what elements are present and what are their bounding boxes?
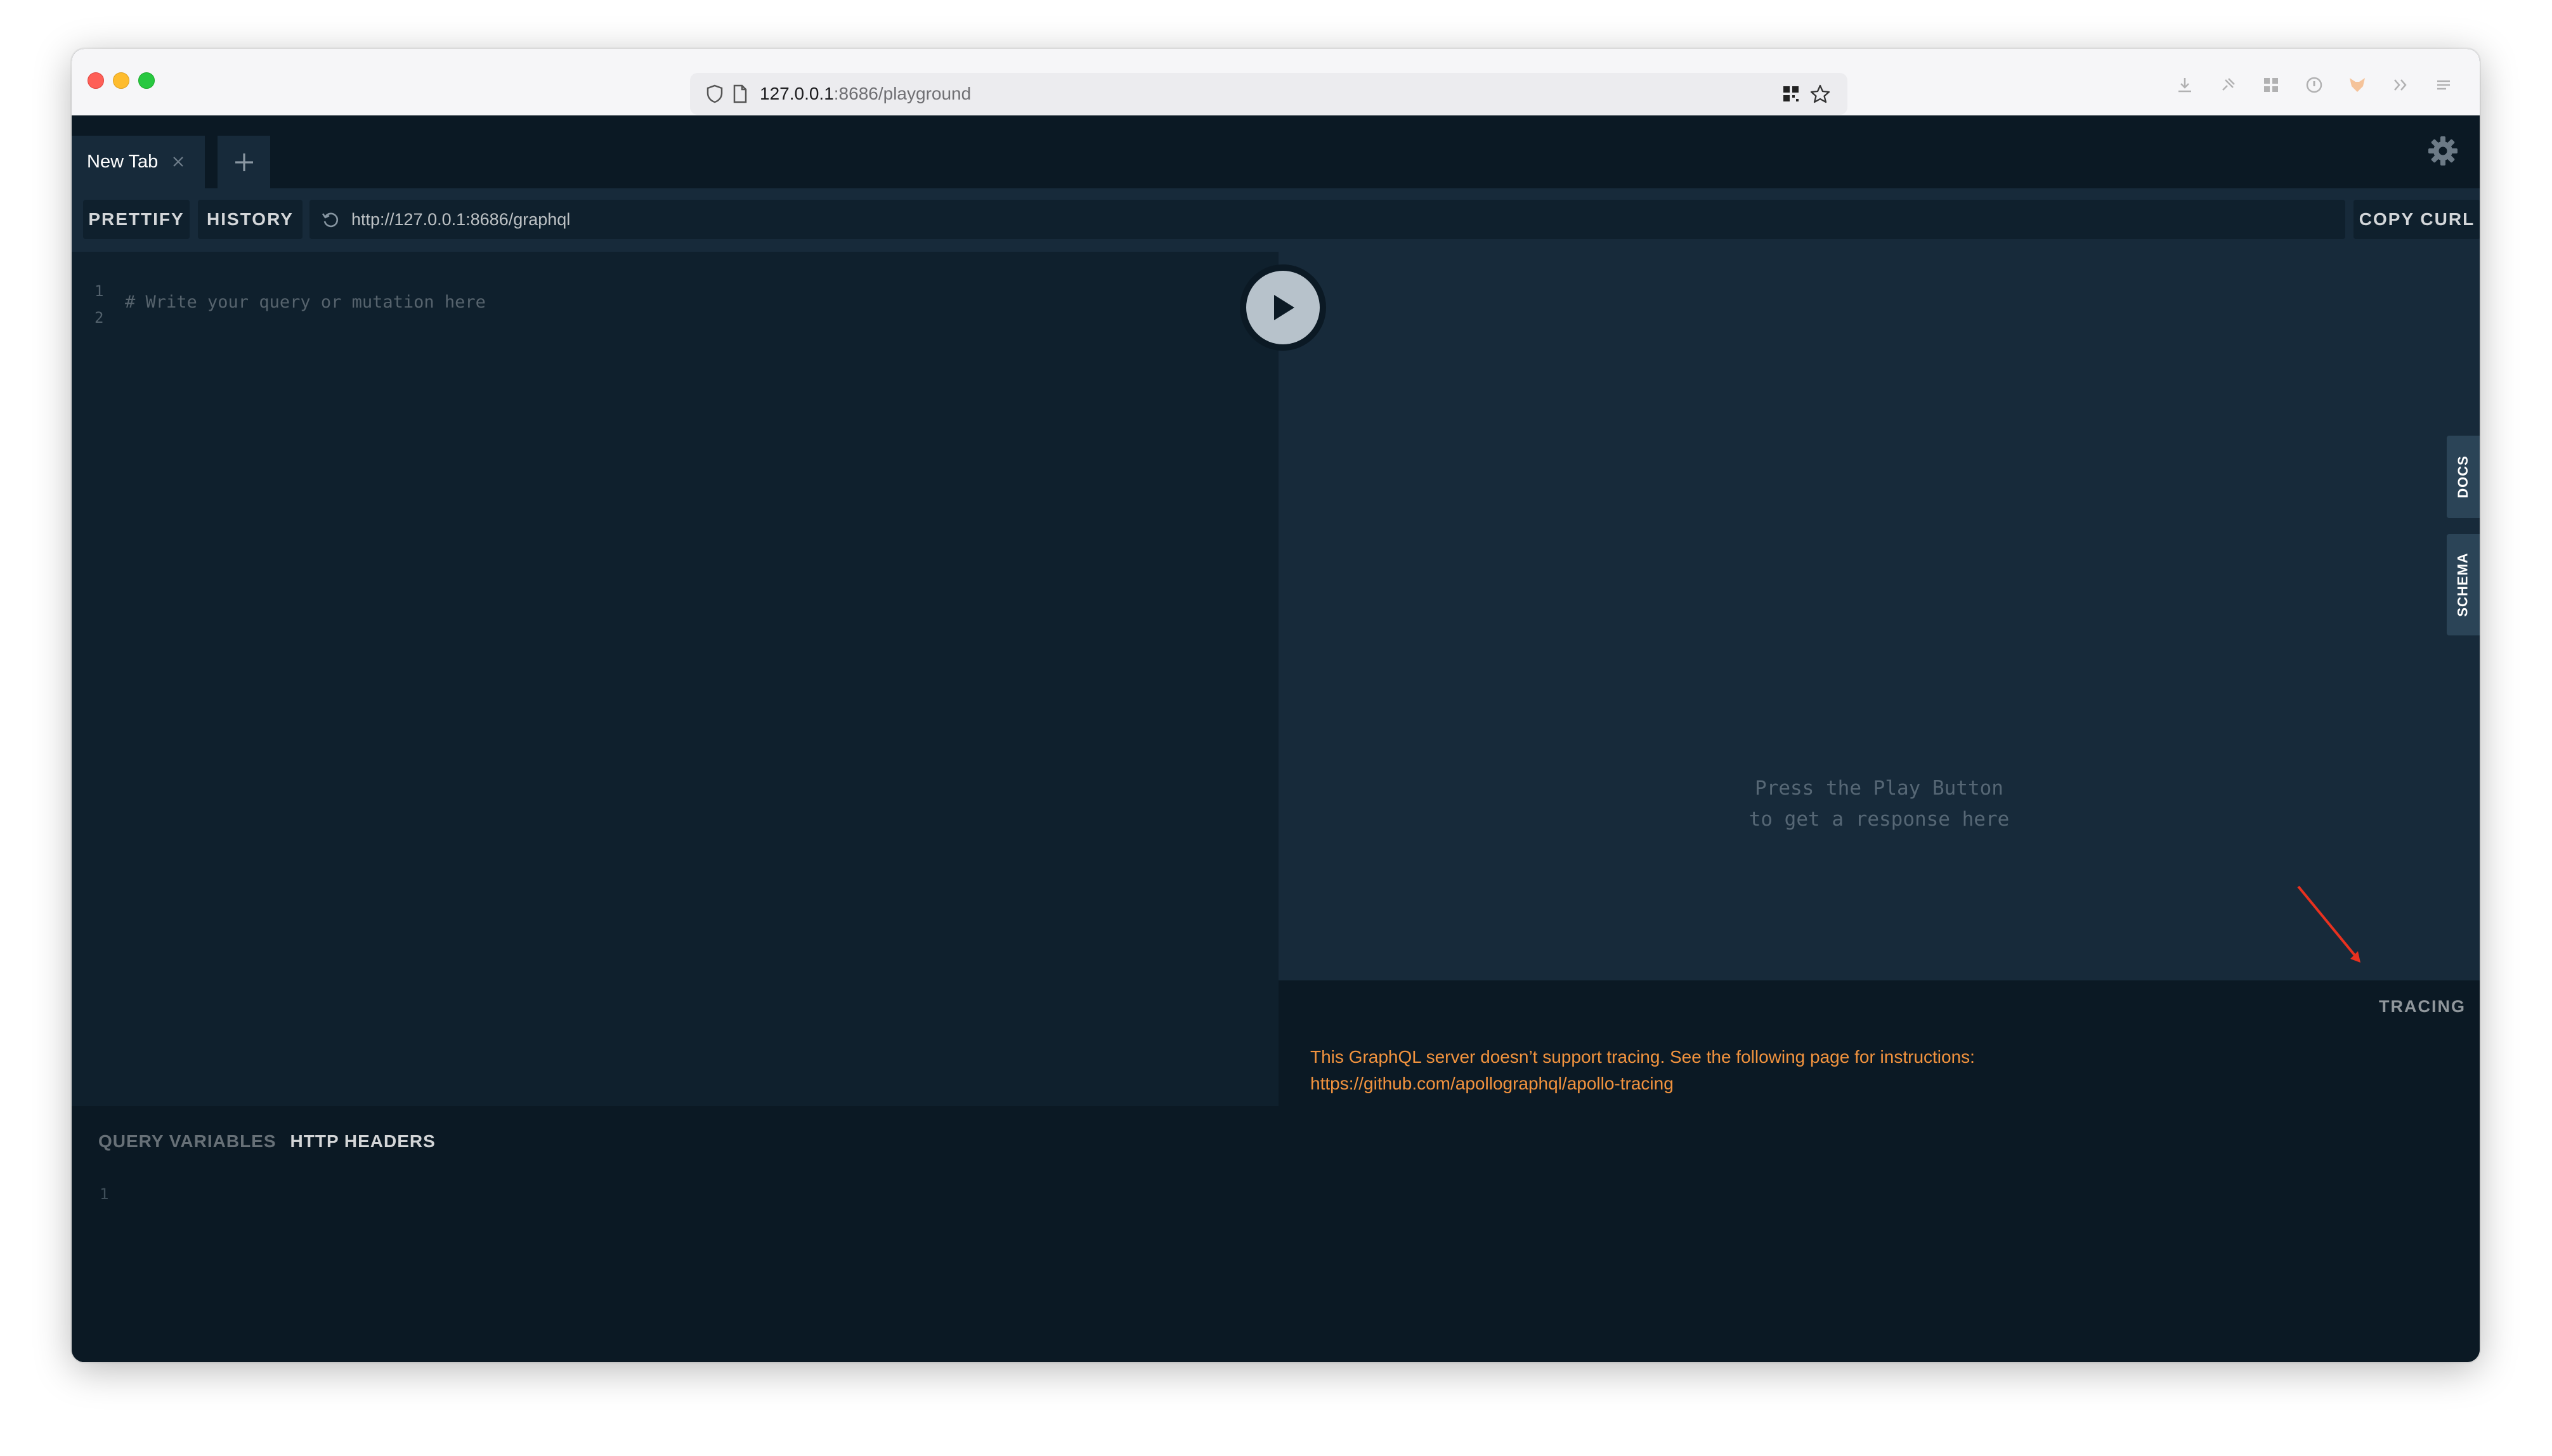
browser-toolbar: 127.0.0.1:8686/playground: [72, 49, 2480, 117]
reload-schema-icon[interactable]: [321, 210, 340, 229]
tracing-panel: TRACING This GraphQL server doesn’t supp…: [1279, 980, 2480, 1362]
result-placeholder-line-1: Press the Play Button: [1755, 777, 2003, 800]
tracing-message-text: This GraphQL server doesn’t support trac…: [1310, 1047, 1975, 1067]
line-number: 1: [94, 282, 104, 300]
minimize-window-button[interactable]: [113, 72, 129, 89]
settings-gear-icon[interactable]: [2426, 134, 2459, 167]
endpoint-url-text: http://127.0.0.1:8686/graphql: [351, 209, 571, 229]
zoom-window-button[interactable]: [138, 72, 155, 89]
query-placeholder: # Write your query or mutation here: [125, 292, 486, 312]
close-window-button[interactable]: [88, 72, 104, 89]
line-number: 1: [100, 1185, 109, 1203]
fox-extension-icon[interactable]: [2347, 74, 2368, 96]
download-icon[interactable]: [2174, 74, 2196, 96]
tab-label: New Tab: [87, 152, 159, 172]
docs-tab[interactable]: DOCS: [2447, 436, 2480, 518]
result-pane: Press the Play Button to get a response …: [1279, 252, 2480, 980]
browser-window: 127.0.0.1:8686/playground New Tab PRETTI…: [72, 49, 2480, 1362]
query-editor[interactable]: 1 2 # Write your query or mutation here: [72, 252, 1279, 1106]
menu-icon[interactable]: [2433, 74, 2454, 96]
variables-panel: QUERY VARIABLES HTTP HEADERS 1: [72, 1106, 1279, 1362]
line-number: 2: [94, 309, 104, 327]
prettify-button[interactable]: PRETTIFY: [83, 200, 190, 239]
url-host: 127.0.0.1: [760, 84, 834, 103]
qr-code-icon[interactable]: [1780, 83, 1802, 105]
play-button-face: [1246, 271, 1320, 344]
close-icon[interactable]: [172, 152, 185, 173]
extensions-grid-icon[interactable]: [2260, 74, 2282, 96]
extension-icons: [2174, 74, 2454, 96]
url-path: :8686/playground: [833, 84, 972, 103]
pin-icon[interactable]: [2217, 74, 2239, 96]
tracing-link[interactable]: https://github.com/apollographql/apollo-…: [1310, 1070, 2357, 1097]
address-bar[interactable]: 127.0.0.1:8686/playground: [690, 73, 1847, 115]
tab-http-headers[interactable]: HTTP HEADERS: [290, 1131, 436, 1152]
annotation-arrow: [2297, 885, 2360, 963]
url-text: 127.0.0.1:8686/playground: [760, 84, 971, 104]
execute-query-button[interactable]: [1240, 264, 1326, 351]
add-tab-button[interactable]: [218, 136, 270, 188]
schema-tab-label: SCHEMA: [2455, 552, 2471, 617]
tracing-title[interactable]: TRACING: [2379, 997, 2466, 1017]
more-tools-icon[interactable]: [2390, 74, 2411, 96]
page-icon: [729, 83, 751, 105]
plus-icon: [235, 153, 253, 171]
password-manager-icon[interactable]: [2303, 74, 2325, 96]
bookmark-star-icon[interactable]: [1809, 83, 1831, 105]
variables-tabs: QUERY VARIABLES HTTP HEADERS: [98, 1131, 436, 1152]
playground-tab-bar: New Tab: [72, 115, 2480, 188]
play-icon: [1274, 295, 1294, 320]
tracing-message: This GraphQL server doesn’t support trac…: [1310, 1044, 2357, 1097]
result-placeholder: Press the Play Button to get a response …: [1279, 773, 2480, 835]
shield-icon[interactable]: [704, 83, 726, 105]
tab-new-tab[interactable]: New Tab: [72, 136, 205, 188]
editor-toolbar: PRETTIFY HISTORY http://127.0.0.1:8686/g…: [72, 188, 2480, 252]
endpoint-url-field[interactable]: http://127.0.0.1:8686/graphql: [309, 200, 2345, 239]
history-button[interactable]: HISTORY: [198, 200, 303, 239]
copy-curl-button[interactable]: COPY CURL: [2353, 200, 2480, 239]
result-placeholder-line-2: to get a response here: [1748, 808, 2010, 831]
schema-tab[interactable]: SCHEMA: [2447, 534, 2480, 635]
tab-query-variables[interactable]: QUERY VARIABLES: [98, 1131, 277, 1152]
docs-tab-label: DOCS: [2455, 455, 2471, 498]
